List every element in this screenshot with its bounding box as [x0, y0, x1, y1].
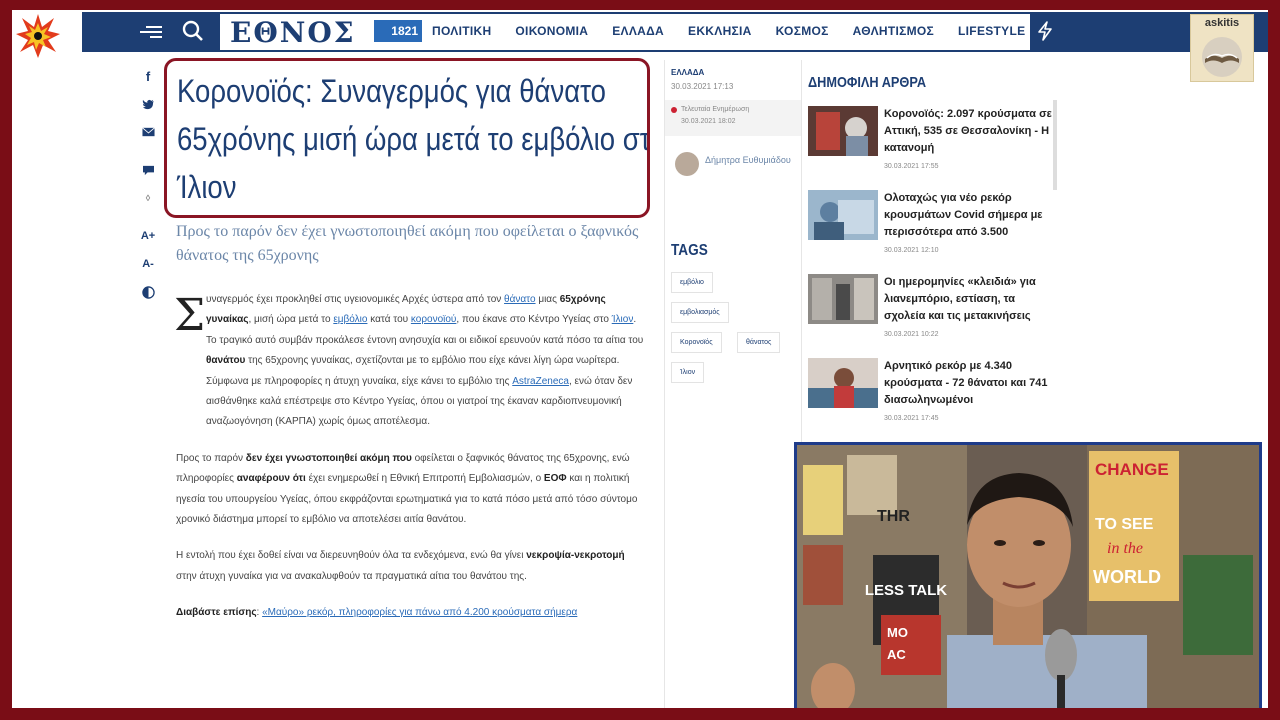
link-astrazeneca[interactable]: AstraZeneca — [512, 376, 569, 387]
popular-heading: ΔΗΜΟΦΙΛΗ ΑΡΘΡΑ — [808, 74, 927, 91]
author-avatar[interactable] — [675, 152, 699, 176]
font-increase-button[interactable]: A+ — [136, 224, 160, 248]
comments-icon[interactable] — [136, 158, 160, 182]
update-dot-icon — [671, 107, 677, 113]
font-decrease-button[interactable]: A- — [136, 252, 160, 276]
poster-thr: THR — [877, 508, 910, 525]
poster-in-the: in the — [1107, 540, 1143, 557]
poster-change: CHANGE — [1095, 460, 1169, 479]
channel-logo: askitis — [1190, 14, 1254, 82]
tag-thanatos[interactable]: θάνατος — [737, 332, 781, 353]
link-emvolio[interactable]: εμβόλιο — [333, 314, 367, 325]
paragraph-2: Προς το παρόν δεν έχει γνωστοποιηθεί ακό… — [176, 452, 638, 526]
poster-ac: AC — [887, 647, 906, 662]
book-icon — [1202, 37, 1242, 77]
article-body: υναγερμός έχει προκληθεί στις υγειονομικ… — [176, 290, 646, 640]
explosion-icon — [14, 12, 62, 60]
nav-item-kosmos[interactable]: ΚΟΣΜΟΣ — [776, 24, 829, 38]
popular-item-title[interactable]: Αρνητικό ρεκόρ με 4.340 κρούσματα - 72 θ… — [884, 358, 1054, 409]
paragraph-1: υναγερμός έχει προκληθεί στις υγειονομικ… — [206, 294, 644, 428]
updated-label: Τελευταία Ενημέρωση — [681, 106, 750, 113]
channel-logo-label: askitis — [1204, 17, 1240, 29]
poster-to-see: TO SEE — [1095, 516, 1154, 533]
updated-value: 30.03.2021 18:02 — [681, 118, 736, 125]
article-thumbnail[interactable] — [808, 274, 878, 324]
link-thanatos[interactable]: θάνατο — [504, 294, 536, 305]
site-logo[interactable]: ΕΘΝΟΣ — [230, 16, 356, 49]
share-bar: f ◊ A+ A- — [136, 64, 160, 308]
search-icon[interactable] — [182, 20, 204, 42]
paragraph-3: Η εντολή που έχει δοθεί είναι να διερευν… — [176, 550, 625, 582]
nav-item-politiki[interactable]: ΠΟΛΙΤΙΚΗ — [432, 24, 491, 38]
comment-count-icon: ◊ — [136, 186, 160, 210]
tag-emvolio[interactable]: εμβόλιο — [671, 272, 713, 293]
bolt-icon[interactable] — [1034, 20, 1056, 42]
paragraph-read-also: Διαβάστε επίσης: «Μαύρο» ρεκόρ, πληροφορ… — [176, 607, 578, 619]
popular-item-date: 30.03.2021 17:45 — [884, 415, 939, 422]
article-lead: Προς το παρόν δεν έχει γνωστοποιηθεί ακό… — [176, 223, 639, 264]
updated-box: Τελευταία Ενημέρωση 30.03.2021 18:02 — [665, 100, 801, 136]
popular-item-title[interactable]: Ολοταχώς για νέο ρεκόρ κρουσμάτων Covid … — [884, 190, 1054, 241]
menu-icon[interactable] — [140, 23, 162, 39]
tag-ilion[interactable]: Ίλιον — [671, 362, 705, 383]
nav-item-ekklisia[interactable]: ΕΚΚΛΗΣΙΑ — [688, 24, 752, 38]
webcam-overlay: LESS TALK THR MO AC CHANGE TO SEE in the… — [794, 442, 1262, 708]
author-name[interactable]: Δήμητρα Ευθυμιάδου — [705, 154, 795, 166]
nav-item-ellada[interactable]: ΕΛΛΑΔΑ — [612, 24, 664, 38]
popular-item-title[interactable]: Οι ημερομηνίες «κλειδιά» για λιανεμπόριο… — [884, 274, 1054, 325]
poster-less: LESS TALK — [865, 582, 947, 599]
article-headline: Κορονοϊός: Συναγερμός για θάνατο 65χρόνη… — [177, 73, 650, 205]
headline-highlight: Κορονοϊός: Συναγερμός για θάνατο 65χρόνη… — [164, 58, 650, 218]
nav-item-lifestyle[interactable]: LIFESTYLE — [958, 24, 1025, 38]
popular-item-date: 30.03.2021 17:55 — [884, 163, 939, 170]
nav-item-oikonomia[interactable]: ΟΙΚΟΝΟΜΙΑ — [515, 24, 588, 38]
popular-item-date: 30.03.2021 10:22 — [884, 331, 939, 338]
poster-mo: MO — [887, 625, 908, 640]
popular-item[interactable]: Ολοταχώς για νέο ρεκόρ κρουσμάτων Covid … — [808, 190, 1058, 270]
popular-item[interactable]: Αρνητικό ρεκόρ με 4.340 κρούσματα - 72 θ… — [808, 358, 1058, 438]
article-meta-column: ΕΛΛΑΔΑ 30.03.2021 17:13 Τελευταία Ενημέρ… — [664, 60, 802, 708]
email-icon[interactable] — [136, 120, 160, 144]
contrast-icon[interactable] — [136, 280, 160, 304]
category-label[interactable]: ΕΛΛΑΔΑ — [671, 68, 704, 77]
screen-frame: ΕΘΝΟΣ 1821 ΠΟΛΙΤΙΚΗ ΟΙΚΟΝΟΜΙΑ ΕΛΛΑΔΑ ΕΚΚ… — [12, 10, 1268, 708]
tag-emvoliasmos[interactable]: εμβολιασμός — [671, 302, 729, 323]
presenter-video: LESS TALK THR MO AC CHANGE TO SEE in the… — [797, 445, 1259, 708]
link-koronoios[interactable]: κορονοϊού — [411, 314, 457, 325]
scroll-indicator[interactable] — [1053, 100, 1057, 190]
main-nav: ΠΟΛΙΤΙΚΗ ΟΙΚΟΝΟΜΙΑ ΕΛΛΑΔΑ ΕΚΚΛΗΣΙΑ ΚΟΣΜΟ… — [432, 24, 1025, 38]
nav-item-athlitismos[interactable]: ΑΘΛΗΤΙΣΜΟΣ — [853, 24, 934, 38]
popular-item-title[interactable]: Κορονοϊός: 2.097 κρούσματα σε Αττική, 53… — [884, 106, 1054, 157]
tag-koronoios[interactable]: Κορονοϊός — [671, 332, 722, 353]
link-read-also[interactable]: «Μαύρο» ρεκόρ, πληροφορίες για πάνω από … — [262, 607, 577, 618]
popular-item[interactable]: Κορονοϊός: 2.097 κρούσματα σε Αττική, 53… — [808, 106, 1058, 186]
article-thumbnail[interactable] — [808, 358, 878, 408]
publish-date: 30.03.2021 17:13 — [671, 82, 734, 91]
popular-item-date: 30.03.2021 12:10 — [884, 247, 939, 254]
popular-articles: ΔΗΜΟΦΙΛΗ ΑΡΘΡΑ Κορονοϊός: 2.097 κρούσματ… — [808, 74, 1058, 422]
facebook-icon[interactable]: f — [136, 64, 160, 88]
twitter-icon[interactable] — [136, 92, 160, 116]
article-thumbnail[interactable] — [808, 106, 878, 156]
badge-1821[interactable]: 1821 — [374, 20, 422, 42]
poster-world: WORLD — [1093, 567, 1161, 587]
popular-item[interactable]: Οι ημερομηνίες «κλειδιά» για λιανεμπόριο… — [808, 274, 1058, 354]
tags-heading: TAGS — [671, 242, 708, 259]
article-thumbnail[interactable] — [808, 190, 878, 240]
link-ilion[interactable]: Ίλιον — [612, 314, 634, 325]
